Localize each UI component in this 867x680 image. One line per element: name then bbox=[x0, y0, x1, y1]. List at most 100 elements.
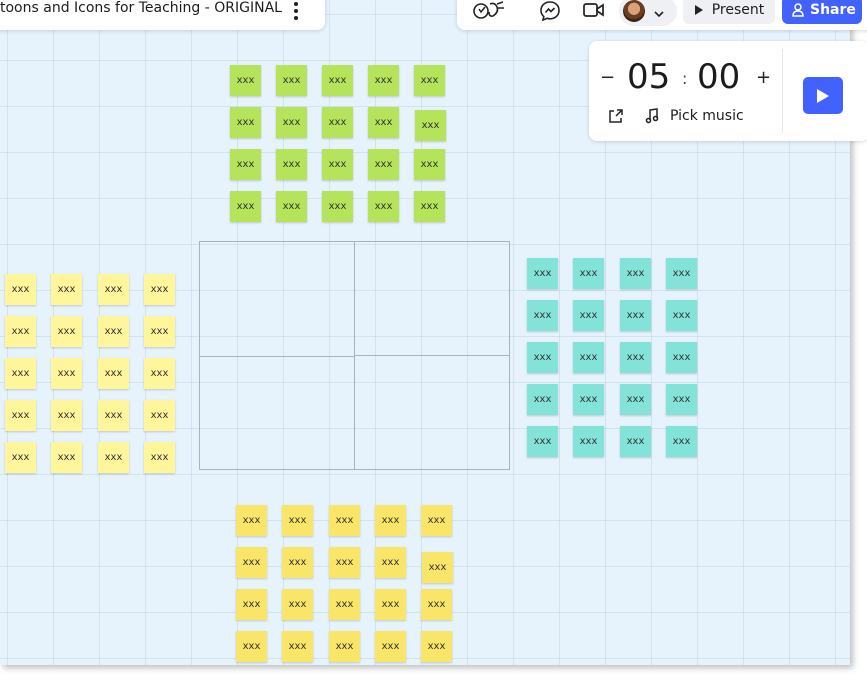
sticky-note-green[interactable]: xxx bbox=[276, 107, 307, 138]
sticky-note-yellow-bottom[interactable]: xxx bbox=[375, 505, 406, 536]
sticky-note-teal[interactable]: xxx bbox=[620, 342, 651, 373]
sticky-note-yellow-bottom[interactable]: xxx bbox=[236, 547, 267, 578]
sticky-note-yellow[interactable]: xxx bbox=[51, 274, 82, 305]
sticky-note-green[interactable]: xxx bbox=[322, 191, 353, 222]
start-timer-button[interactable] bbox=[803, 77, 843, 114]
sticky-note-yellow[interactable]: xxx bbox=[144, 400, 175, 431]
sticky-note-teal[interactable]: xxx bbox=[620, 426, 651, 457]
sticky-note-yellow[interactable]: xxx bbox=[5, 400, 36, 431]
sticky-note-yellow[interactable]: xxx bbox=[144, 316, 175, 347]
export-icon[interactable] bbox=[608, 108, 624, 128]
sticky-note-green[interactable]: xxx bbox=[230, 65, 261, 96]
frame-bottom-right[interactable] bbox=[354, 355, 510, 470]
frame-top-left[interactable] bbox=[199, 241, 355, 357]
sticky-note-teal[interactable]: xxx bbox=[527, 258, 558, 289]
timer-increase-button[interactable]: + bbox=[756, 67, 771, 88]
sticky-note-teal[interactable]: xxx bbox=[573, 342, 604, 373]
sticky-note-yellow[interactable]: xxx bbox=[5, 442, 36, 473]
sticky-note-yellow-bottom[interactable]: xxx bbox=[329, 631, 360, 662]
sticky-note-green[interactable]: xxx bbox=[414, 149, 445, 180]
sticky-note-yellow-bottom[interactable]: xxx bbox=[236, 505, 267, 536]
sticky-note-yellow[interactable]: xxx bbox=[98, 274, 129, 305]
sticky-note-green[interactable]: xxx bbox=[368, 65, 399, 96]
sticky-note-yellow-bottom[interactable]: xxx bbox=[282, 547, 313, 578]
sticky-note-yellow[interactable]: xxx bbox=[98, 442, 129, 473]
timer-seconds[interactable]: 00 bbox=[697, 57, 740, 97]
sticky-note-green[interactable]: xxx bbox=[276, 149, 307, 180]
sticky-note-yellow[interactable]: xxx bbox=[144, 274, 175, 305]
sticky-note-yellow-bottom[interactable]: xxx bbox=[282, 631, 313, 662]
sticky-note-yellow[interactable]: xxx bbox=[5, 316, 36, 347]
sticky-note-green[interactable]: xxx bbox=[276, 65, 307, 96]
sticky-note-teal[interactable]: xxx bbox=[666, 300, 697, 331]
sticky-note-yellow-bottom[interactable]: xxx bbox=[236, 589, 267, 620]
sticky-note-yellow[interactable]: xxx bbox=[144, 358, 175, 389]
share-button[interactable]: Share bbox=[782, 0, 862, 24]
sticky-note-yellow-bottom[interactable]: xxx bbox=[375, 589, 406, 620]
sticky-note-green[interactable]: xxx bbox=[230, 191, 261, 222]
sticky-note-yellow[interactable]: xxx bbox=[51, 400, 82, 431]
sticky-note-yellow-bottom[interactable]: xxx bbox=[329, 505, 360, 536]
sticky-note-green[interactable]: xxx bbox=[322, 107, 353, 138]
sticky-note-teal[interactable]: xxx bbox=[573, 300, 604, 331]
sticky-note-yellow[interactable]: xxx bbox=[51, 442, 82, 473]
present-button[interactable]: Present bbox=[683, 0, 775, 24]
sticky-note-green[interactable]: xxx bbox=[230, 107, 261, 138]
sticky-note-teal[interactable]: xxx bbox=[666, 258, 697, 289]
pick-music-button[interactable]: Pick music bbox=[670, 108, 744, 124]
sticky-note-teal[interactable]: xxx bbox=[666, 384, 697, 415]
sticky-note-teal[interactable]: xxx bbox=[620, 258, 651, 289]
sticky-note-yellow[interactable]: xxx bbox=[98, 316, 129, 347]
video-call-icon[interactable] bbox=[583, 1, 605, 23]
sticky-note-green[interactable]: xxx bbox=[368, 191, 399, 222]
sticky-note-green[interactable]: xxx bbox=[415, 110, 446, 141]
avatar[interactable] bbox=[623, 0, 645, 22]
sticky-note-yellow[interactable]: xxx bbox=[51, 358, 82, 389]
sticky-note-green[interactable]: xxx bbox=[322, 65, 353, 96]
board-title[interactable]: toons and Icons for Teaching - ORIGINAL bbox=[0, 0, 282, 16]
sticky-note-teal[interactable]: xxx bbox=[573, 384, 604, 415]
sticky-note-yellow-bottom[interactable]: xxx bbox=[375, 547, 406, 578]
sticky-note-green[interactable]: xxx bbox=[414, 191, 445, 222]
sticky-note-teal[interactable]: xxx bbox=[620, 384, 651, 415]
sticky-note-yellow[interactable]: xxx bbox=[144, 442, 175, 473]
sticky-note-green[interactable]: xxx bbox=[414, 65, 445, 96]
sticky-note-yellow[interactable]: xxx bbox=[98, 358, 129, 389]
chat-icon[interactable] bbox=[539, 0, 561, 26]
sticky-note-yellow[interactable]: xxx bbox=[51, 316, 82, 347]
user-menu[interactable] bbox=[619, 0, 677, 26]
sticky-note-teal[interactable]: xxx bbox=[666, 426, 697, 457]
sticky-note-green[interactable]: xxx bbox=[230, 149, 261, 180]
sticky-note-yellow-bottom[interactable]: xxx bbox=[282, 505, 313, 536]
sticky-note-teal[interactable]: xxx bbox=[573, 258, 604, 289]
sticky-note-yellow-bottom[interactable]: xxx bbox=[421, 505, 452, 536]
sticky-note-yellow[interactable]: xxx bbox=[98, 400, 129, 431]
sticky-note-green[interactable]: xxx bbox=[368, 149, 399, 180]
chevron-down-icon[interactable] bbox=[653, 5, 665, 24]
sticky-note-yellow[interactable]: xxx bbox=[5, 358, 36, 389]
sticky-note-teal[interactable]: xxx bbox=[527, 426, 558, 457]
sticky-note-teal[interactable]: xxx bbox=[573, 426, 604, 457]
sticky-note-yellow-bottom[interactable]: xxx bbox=[329, 589, 360, 620]
sticky-note-yellow-bottom[interactable]: xxx bbox=[421, 589, 452, 620]
sticky-note-yellow-bottom[interactable]: xxx bbox=[282, 589, 313, 620]
sticky-note-green[interactable]: xxx bbox=[322, 149, 353, 180]
sticky-note-yellow-bottom[interactable]: xxx bbox=[329, 547, 360, 578]
frame-bottom-left[interactable] bbox=[199, 356, 355, 470]
reactions-icon[interactable] bbox=[473, 0, 505, 24]
more-options-icon[interactable] bbox=[290, 0, 302, 20]
sticky-note-yellow-bottom[interactable]: xxx bbox=[422, 552, 453, 583]
sticky-note-teal[interactable]: xxx bbox=[620, 300, 651, 331]
sticky-note-teal[interactable]: xxx bbox=[527, 342, 558, 373]
sticky-note-teal[interactable]: xxx bbox=[666, 342, 697, 373]
sticky-note-teal[interactable]: xxx bbox=[527, 300, 558, 331]
sticky-note-green[interactable]: xxx bbox=[276, 191, 307, 222]
sticky-note-teal[interactable]: xxx bbox=[527, 384, 558, 415]
sticky-note-green[interactable]: xxx bbox=[368, 107, 399, 138]
sticky-note-yellow[interactable]: xxx bbox=[5, 274, 36, 305]
sticky-note-yellow-bottom[interactable]: xxx bbox=[375, 631, 406, 662]
timer-decrease-button[interactable]: − bbox=[600, 67, 615, 88]
frame-top-right[interactable] bbox=[354, 241, 510, 356]
sticky-note-yellow-bottom[interactable]: xxx bbox=[421, 631, 452, 662]
timer-minutes[interactable]: 05 bbox=[627, 57, 670, 97]
